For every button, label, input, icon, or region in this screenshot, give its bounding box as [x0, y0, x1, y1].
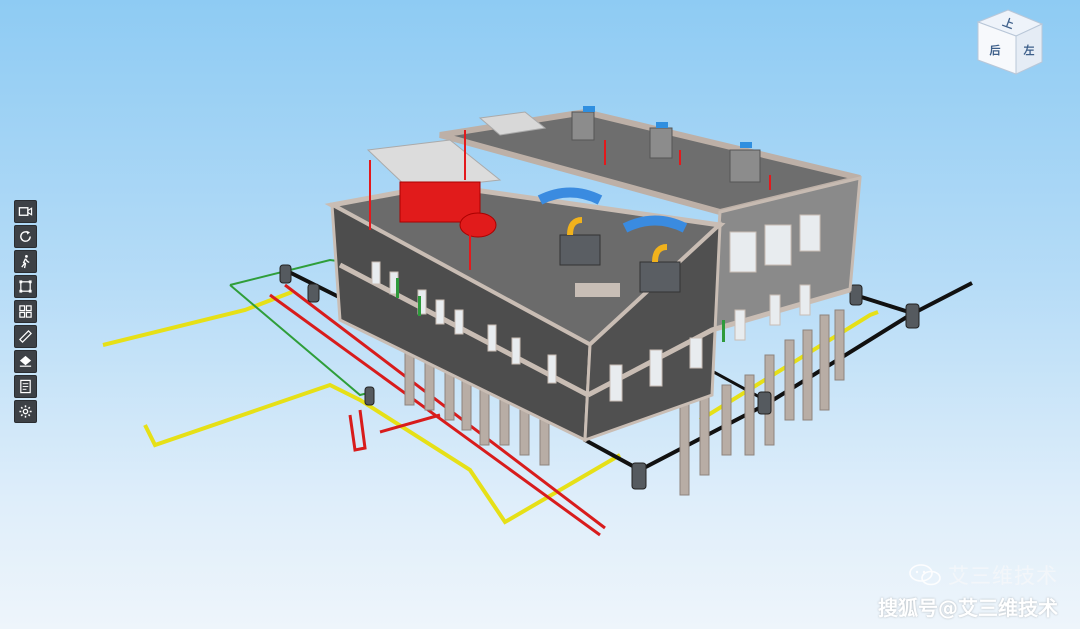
model-tree-icon [19, 305, 32, 318]
properties-icon [20, 379, 31, 394]
watermark: 艾三维技术 搜狐号@艾三维技术 [878, 560, 1058, 621]
watermark-channel: 艾三维技术 [878, 560, 1058, 590]
fit-bounds-button[interactable] [14, 275, 37, 298]
yellow-pipe [102, 290, 293, 347]
model-tree-button[interactable] [14, 300, 37, 323]
model-viewport[interactable] [0, 0, 1080, 629]
camera-button[interactable] [14, 200, 37, 223]
watermark-source: 搜狐号@艾三维技术 [878, 596, 1058, 620]
view-cube[interactable]: 上 后 左 [972, 8, 1044, 80]
black-pipe [854, 293, 913, 315]
settings-button[interactable] [14, 400, 37, 423]
section-icon [19, 355, 32, 367]
wechat-icon [909, 564, 941, 586]
view-cube-graphic: 上 后 左 [976, 9, 1044, 75]
building-model [102, 106, 973, 537]
walk-icon [21, 254, 30, 269]
camera-icon [18, 207, 33, 216]
view-cube-back-label[interactable]: 后 [990, 43, 1001, 57]
watermark-channel-name: 艾三维技术 [948, 564, 1058, 588]
properties-button[interactable] [14, 375, 37, 398]
fit-bounds-icon [19, 280, 32, 293]
red-pipe [348, 409, 367, 452]
view-cube-left-label[interactable]: 左 [1023, 43, 1035, 57]
viewer-toolbar [14, 200, 38, 423]
measure-icon [19, 330, 32, 343]
rotate-button[interactable] [14, 225, 37, 248]
settings-icon [19, 405, 32, 418]
rotate-icon [20, 230, 31, 242]
measure-button[interactable] [14, 325, 37, 348]
section-button[interactable] [14, 350, 37, 373]
walk-button[interactable] [14, 250, 37, 273]
